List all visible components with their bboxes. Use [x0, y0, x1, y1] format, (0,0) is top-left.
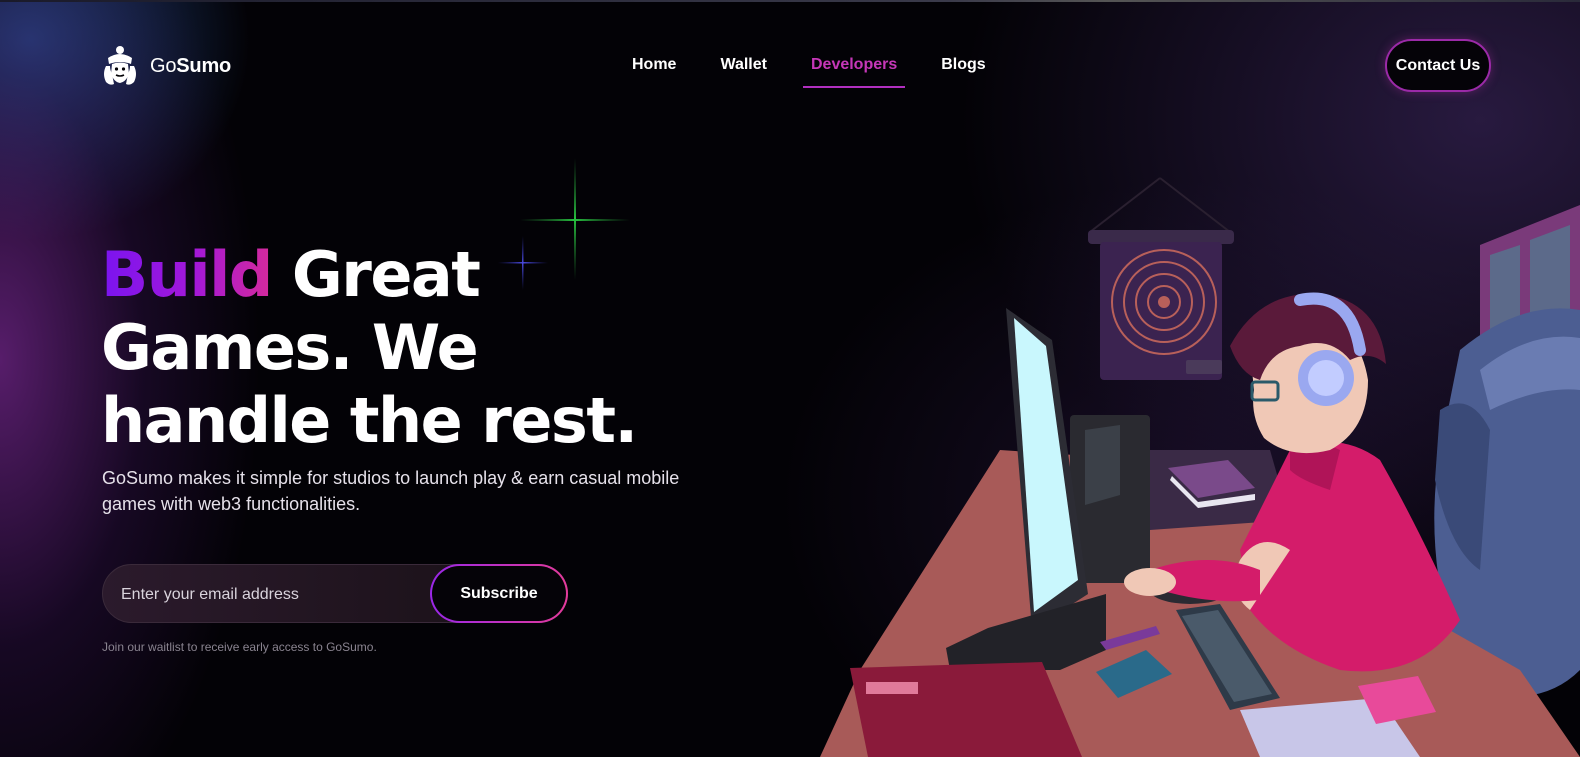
hero-description: GoSumo makes it simple for studios to la… [102, 468, 680, 514]
gamer-desk-illustration [820, 177, 1580, 757]
main-nav: Home Wallet Developers Blogs [632, 52, 986, 88]
subscribe-button[interactable]: Subscribe [430, 564, 568, 623]
brand-name: GoSumo [150, 55, 231, 78]
brand-name-bold: Sumo [176, 54, 232, 77]
hero-title-line3: handle the rest. [101, 384, 638, 457]
contact-us-button[interactable]: Contact Us [1385, 39, 1491, 92]
wall-target-poster [1088, 177, 1234, 380]
nav-item-home[interactable]: Home [632, 52, 676, 88]
hero-title-line2: Games. We [101, 311, 479, 384]
nav-item-developers[interactable]: Developers [802, 52, 906, 88]
brand-logo[interactable]: GoSumo [98, 44, 231, 88]
email-input[interactable] [119, 565, 423, 624]
sumo-wrestler-logo-icon [104, 46, 136, 85]
waitlist-note: Join our waitlist to receive early acces… [102, 640, 377, 654]
hero-title: Build Great Games. We handle the rest. [101, 238, 721, 457]
laptop [850, 662, 1082, 757]
hero-title-line1-rest: Great [271, 238, 481, 311]
waitlist-form: Subscribe [102, 564, 568, 624]
landing-page: GoSumo Home Wallet Developers Blogs Cont… [0, 0, 1580, 757]
hero-title-highlight: Build [101, 238, 273, 311]
nav-item-blogs[interactable]: Blogs [941, 52, 985, 88]
window-top-border [0, 0, 1580, 2]
nav-item-wallet[interactable]: Wallet [720, 52, 767, 88]
brand-name-light: Go [150, 54, 177, 77]
